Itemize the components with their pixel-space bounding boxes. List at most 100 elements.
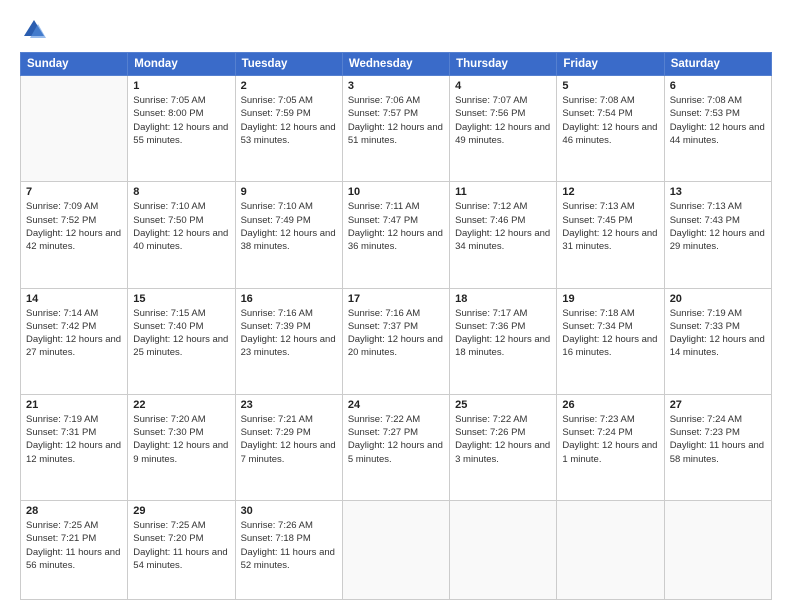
calendar-cell: 22 Sunrise: 7:20 AMSunset: 7:30 PMDayligh… xyxy=(128,394,235,500)
calendar-cell xyxy=(450,501,557,600)
day-number: 8 xyxy=(133,186,229,198)
calendar-cell: 26 Sunrise: 7:23 AMSunset: 7:24 PMDayligh… xyxy=(557,394,664,500)
day-number: 24 xyxy=(348,399,444,411)
calendar-cell: 7 Sunrise: 7:09 AMSunset: 7:52 PMDaylight… xyxy=(21,182,128,288)
calendar-cell: 9Sunrise: 7:10 AMSunset: 7:49 PMDaylight… xyxy=(235,182,342,288)
day-info: Sunrise: 7:23 AMSunset: 7:24 PMDaylight:… xyxy=(562,413,658,466)
calendar-week-2: 14 Sunrise: 7:14 AMSunset: 7:42 PMDayligh… xyxy=(21,288,772,394)
day-info: Sunrise: 7:15 AMSunset: 7:40 PMDaylight:… xyxy=(133,307,229,360)
day-info: Sunrise: 7:22 AMSunset: 7:26 PMDaylight:… xyxy=(455,413,551,466)
calendar-cell: 17 Sunrise: 7:16 AMSunset: 7:37 PMDayligh… xyxy=(342,288,449,394)
weekday-header-wednesday: Wednesday xyxy=(342,53,449,76)
day-number: 4 xyxy=(455,80,551,92)
day-info: Sunrise: 7:05 AMSunset: 7:59 PMDaylight:… xyxy=(241,94,337,147)
day-number: 12 xyxy=(562,186,658,198)
day-number: 3 xyxy=(348,80,444,92)
calendar-cell: 16Sunrise: 7:16 AMSunset: 7:39 PMDayligh… xyxy=(235,288,342,394)
day-info: Sunrise: 7:05 AMSunset: 8:00 PMDaylight:… xyxy=(133,94,229,147)
day-info: Sunrise: 7:19 AMSunset: 7:33 PMDaylight:… xyxy=(670,307,766,360)
calendar-cell: 15Sunrise: 7:15 AMSunset: 7:40 PMDayligh… xyxy=(128,288,235,394)
day-number: 28 xyxy=(26,505,122,517)
day-info: Sunrise: 7:20 AMSunset: 7:30 PMDaylight:… xyxy=(133,413,229,466)
day-number: 11 xyxy=(455,186,551,198)
day-number: 10 xyxy=(348,186,444,198)
weekday-header-sunday: Sunday xyxy=(21,53,128,76)
day-info: Sunrise: 7:16 AMSunset: 7:37 PMDaylight:… xyxy=(348,307,444,360)
day-info: Sunrise: 7:08 AMSunset: 7:54 PMDaylight:… xyxy=(562,94,658,147)
day-info: Sunrise: 7:06 AMSunset: 7:57 PMDaylight:… xyxy=(348,94,444,147)
day-info: Sunrise: 7:13 AMSunset: 7:45 PMDaylight:… xyxy=(562,200,658,253)
calendar-week-4: 28Sunrise: 7:25 AMSunset: 7:21 PMDayligh… xyxy=(21,501,772,600)
logo xyxy=(20,16,52,44)
day-number: 5 xyxy=(562,80,658,92)
day-info: Sunrise: 7:07 AMSunset: 7:56 PMDaylight:… xyxy=(455,94,551,147)
calendar-cell: 8 Sunrise: 7:10 AMSunset: 7:50 PMDaylight… xyxy=(128,182,235,288)
day-number: 22 xyxy=(133,399,229,411)
day-number: 1 xyxy=(133,80,229,92)
day-number: 29 xyxy=(133,505,229,517)
day-number: 17 xyxy=(348,293,444,305)
calendar-cell: 14 Sunrise: 7:14 AMSunset: 7:42 PMDayligh… xyxy=(21,288,128,394)
day-info: Sunrise: 7:18 AMSunset: 7:34 PMDaylight:… xyxy=(562,307,658,360)
calendar-cell: 21 Sunrise: 7:19 AMSunset: 7:31 PMDayligh… xyxy=(21,394,128,500)
day-info: Sunrise: 7:13 AMSunset: 7:43 PMDaylight:… xyxy=(670,200,766,253)
day-info: Sunrise: 7:17 AMSunset: 7:36 PMDaylight:… xyxy=(455,307,551,360)
day-number: 21 xyxy=(26,399,122,411)
day-info: Sunrise: 7:19 AMSunset: 7:31 PMDaylight:… xyxy=(26,413,122,466)
logo-icon xyxy=(20,16,48,44)
calendar-cell: 1 Sunrise: 7:05 AMSunset: 8:00 PMDaylight… xyxy=(128,76,235,182)
calendar-cell: 10 Sunrise: 7:11 AMSunset: 7:47 PMDayligh… xyxy=(342,182,449,288)
calendar-cell: 6Sunrise: 7:08 AMSunset: 7:53 PMDaylight… xyxy=(664,76,771,182)
calendar-cell xyxy=(342,501,449,600)
calendar-cell: 2 Sunrise: 7:05 AMSunset: 7:59 PMDaylight… xyxy=(235,76,342,182)
calendar-cell: 29 Sunrise: 7:25 AMSunset: 7:20 PMDayligh… xyxy=(128,501,235,600)
calendar-cell xyxy=(557,501,664,600)
day-number: 2 xyxy=(241,80,337,92)
day-number: 19 xyxy=(562,293,658,305)
header xyxy=(20,16,772,44)
weekday-header-tuesday: Tuesday xyxy=(235,53,342,76)
day-number: 18 xyxy=(455,293,551,305)
day-number: 7 xyxy=(26,186,122,198)
calendar-cell: 12 Sunrise: 7:13 AMSunset: 7:45 PMDayligh… xyxy=(557,182,664,288)
day-info: Sunrise: 7:11 AMSunset: 7:47 PMDaylight:… xyxy=(348,200,444,253)
weekday-header-thursday: Thursday xyxy=(450,53,557,76)
day-info: Sunrise: 7:16 AMSunset: 7:39 PMDaylight:… xyxy=(241,307,337,360)
calendar-cell: 25 Sunrise: 7:22 AMSunset: 7:26 PMDayligh… xyxy=(450,394,557,500)
calendar-cell: 27 Sunrise: 7:24 AMSunset: 7:23 PMDayligh… xyxy=(664,394,771,500)
calendar-week-0: 1 Sunrise: 7:05 AMSunset: 8:00 PMDaylight… xyxy=(21,76,772,182)
day-number: 14 xyxy=(26,293,122,305)
day-info: Sunrise: 7:14 AMSunset: 7:42 PMDaylight:… xyxy=(26,307,122,360)
day-number: 25 xyxy=(455,399,551,411)
day-info: Sunrise: 7:25 AMSunset: 7:20 PMDaylight:… xyxy=(133,519,229,572)
weekday-header-monday: Monday xyxy=(128,53,235,76)
calendar-cell: 4 Sunrise: 7:07 AMSunset: 7:56 PMDaylight… xyxy=(450,76,557,182)
calendar-cell: 28Sunrise: 7:25 AMSunset: 7:21 PMDayligh… xyxy=(21,501,128,600)
day-number: 6 xyxy=(670,80,766,92)
calendar-cell: 23 Sunrise: 7:21 AMSunset: 7:29 PMDayligh… xyxy=(235,394,342,500)
calendar-cell xyxy=(664,501,771,600)
calendar-cell: 18 Sunrise: 7:17 AMSunset: 7:36 PMDayligh… xyxy=(450,288,557,394)
day-info: Sunrise: 7:10 AMSunset: 7:50 PMDaylight:… xyxy=(133,200,229,253)
day-info: Sunrise: 7:21 AMSunset: 7:29 PMDaylight:… xyxy=(241,413,337,466)
weekday-header-row: SundayMondayTuesdayWednesdayThursdayFrid… xyxy=(21,53,772,76)
day-number: 26 xyxy=(562,399,658,411)
day-number: 27 xyxy=(670,399,766,411)
day-number: 13 xyxy=(670,186,766,198)
weekday-header-saturday: Saturday xyxy=(664,53,771,76)
calendar-week-1: 7 Sunrise: 7:09 AMSunset: 7:52 PMDaylight… xyxy=(21,182,772,288)
day-number: 23 xyxy=(241,399,337,411)
calendar-cell xyxy=(21,76,128,182)
calendar-table: SundayMondayTuesdayWednesdayThursdayFrid… xyxy=(20,52,772,600)
page: SundayMondayTuesdayWednesdayThursdayFrid… xyxy=(0,0,792,612)
day-info: Sunrise: 7:24 AMSunset: 7:23 PMDaylight:… xyxy=(670,413,766,466)
day-info: Sunrise: 7:09 AMSunset: 7:52 PMDaylight:… xyxy=(26,200,122,253)
calendar-cell: 19 Sunrise: 7:18 AMSunset: 7:34 PMDayligh… xyxy=(557,288,664,394)
calendar-cell: 24 Sunrise: 7:22 AMSunset: 7:27 PMDayligh… xyxy=(342,394,449,500)
day-number: 9 xyxy=(241,186,337,198)
calendar-cell: 13 Sunrise: 7:13 AMSunset: 7:43 PMDayligh… xyxy=(664,182,771,288)
day-number: 30 xyxy=(241,505,337,517)
calendar-cell: 5 Sunrise: 7:08 AMSunset: 7:54 PMDaylight… xyxy=(557,76,664,182)
day-info: Sunrise: 7:22 AMSunset: 7:27 PMDaylight:… xyxy=(348,413,444,466)
day-number: 20 xyxy=(670,293,766,305)
